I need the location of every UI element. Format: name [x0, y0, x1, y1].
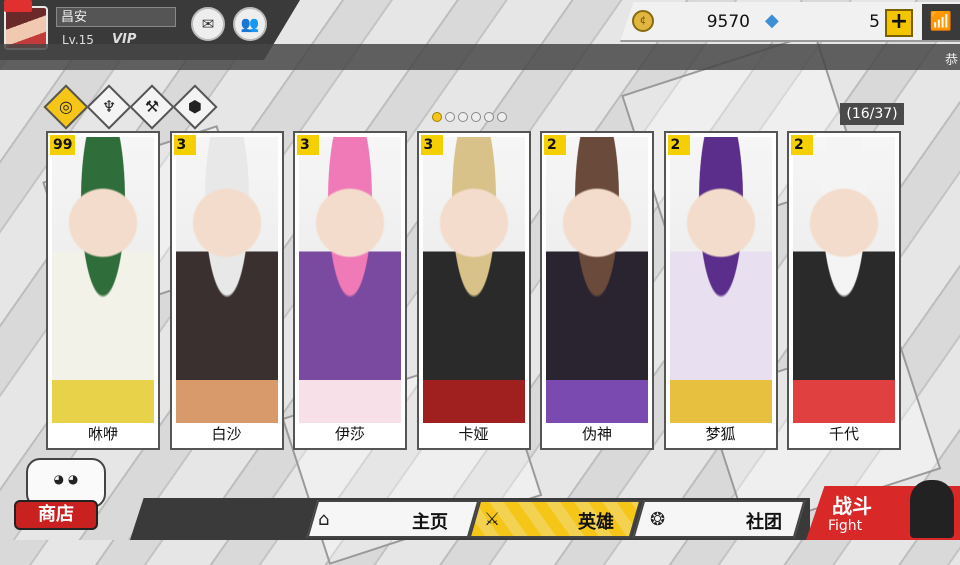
page-dot — [432, 112, 442, 122]
hero-portrait — [669, 137, 772, 423]
hero-card[interactable]: 99 咻咿 — [46, 131, 160, 450]
lucky-cat-face: ◕ ◕ — [53, 472, 79, 486]
guild-icon: ❂ — [650, 509, 666, 530]
page-indicator — [432, 112, 507, 122]
page-dot — [471, 112, 481, 122]
ninja-mascot-icon — [910, 480, 954, 538]
nav-home-label: 主页 — [412, 512, 448, 533]
avatar-badge — [4, 0, 32, 12]
hero-name: 伪神 — [581, 425, 612, 443]
hero-name: 伊莎 — [334, 425, 365, 443]
nav-home-button[interactable] — [306, 500, 480, 538]
hero-name: 梦狐 — [705, 425, 736, 443]
hero-card[interactable]: 2 伪神 — [540, 131, 654, 450]
hero-portrait — [793, 137, 895, 423]
announcement-text: 恭 — [944, 53, 958, 68]
hero-name: 白沙 — [211, 425, 242, 443]
page-dot — [497, 112, 507, 122]
friends-icon: 👥 — [240, 15, 260, 33]
hero-card[interactable]: 2 千代 — [787, 131, 901, 450]
add-diamond-button[interactable]: + — [885, 9, 913, 37]
player-name: 昌安 — [56, 7, 176, 27]
page-dot — [445, 112, 455, 122]
hero-portrait — [299, 137, 401, 423]
hero-level-badge: 2 — [791, 135, 813, 155]
top-bar: 昌安 Lv.15 VIP ✉ 👥 ¢ 9570 ◆ 5 + 📶 — [0, 0, 960, 60]
hero-name: 千代 — [828, 425, 859, 443]
filter-support-button[interactable]: ⬢ — [172, 84, 218, 130]
heroes-icon: ⚔ — [484, 509, 501, 530]
gold-coin-icon: ¢ — [632, 10, 654, 32]
hero-card[interactable]: 3 伊莎 — [293, 131, 407, 450]
filter-all-button[interactable]: ◎ — [43, 84, 89, 130]
nav-heroes-label: 英雄 — [578, 512, 614, 533]
nav-guild-label: 社团 — [746, 512, 782, 533]
diamond-amount: 5 — [869, 12, 880, 32]
hero-level-badge: 2 — [667, 135, 690, 155]
fight-label: 战斗 — [832, 494, 872, 518]
filter-tank-button[interactable]: ♆ — [86, 84, 132, 130]
wifi-icon: 📶 — [922, 4, 960, 40]
filter-tank-icon: ♆ — [101, 97, 117, 116]
hero-name: 咻咿 — [87, 425, 118, 443]
hero-level-badge: 3 — [420, 135, 443, 155]
hero-portrait — [422, 137, 525, 423]
hero-portrait — [546, 137, 648, 423]
hero-level-badge: 2 — [544, 135, 566, 155]
filter-attack-button[interactable]: ⚒ — [129, 84, 175, 130]
filter-all-icon: ◎ — [59, 97, 73, 116]
friends-button[interactable]: 👥 — [233, 7, 267, 41]
diamond-icon: ◆ — [765, 10, 779, 31]
hero-portrait — [52, 137, 154, 423]
hero-card[interactable]: 3 卡娅 — [416, 131, 531, 450]
home-icon: ⌂ — [318, 509, 330, 530]
filter-attack-icon: ⚒ — [144, 97, 160, 116]
hero-level-badge: 3 — [173, 135, 196, 155]
hero-level-badge: 99 — [50, 135, 76, 155]
hero-portrait — [175, 137, 278, 423]
shop-button[interactable]: 商店 — [14, 500, 98, 530]
filter-support-icon: ⬢ — [188, 97, 202, 116]
hero-level-badge: 3 — [297, 135, 319, 155]
page-dot — [484, 112, 494, 122]
fight-label-en: Fight — [828, 518, 863, 534]
page-dot — [458, 112, 468, 122]
mail-icon: ✉ — [201, 15, 215, 33]
hero-count: (16/37) — [840, 103, 904, 125]
hero-card[interactable]: 2 梦狐 — [663, 131, 778, 450]
hero-name: 卡娅 — [458, 425, 489, 443]
announcement-bar: 恭 — [0, 44, 960, 70]
mail-button[interactable]: ✉ — [191, 7, 225, 41]
hero-card[interactable]: 3 白沙 — [169, 131, 284, 450]
gold-amount: 9570 — [706, 12, 750, 32]
